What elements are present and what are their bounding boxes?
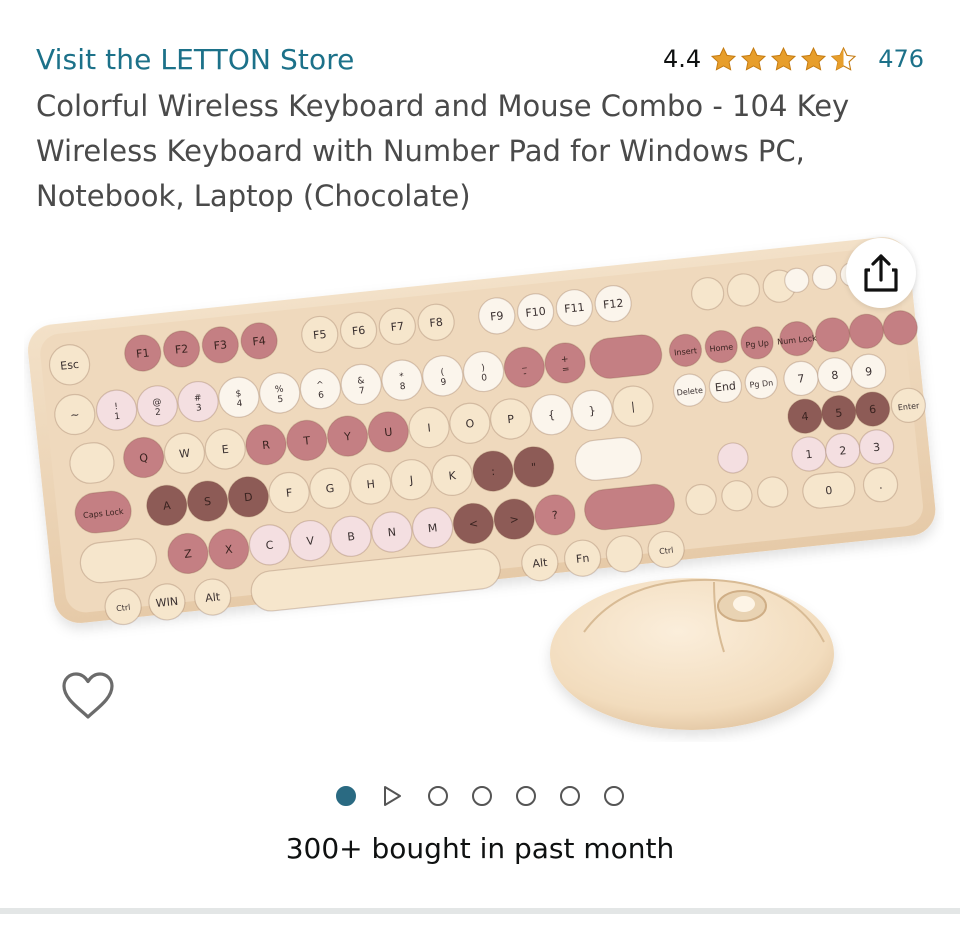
key-label: F9 bbox=[490, 309, 505, 323]
key-label: Esc bbox=[60, 358, 80, 373]
key-label: O bbox=[465, 417, 475, 431]
key-label: 4 bbox=[801, 410, 809, 424]
key-label: > bbox=[509, 513, 520, 527]
key-label: ~ bbox=[70, 408, 81, 422]
key-label: Alt bbox=[532, 556, 549, 571]
key-label: 3 bbox=[195, 403, 202, 414]
heart-icon bbox=[62, 672, 114, 719]
key-label: % bbox=[275, 385, 285, 396]
key-label: F11 bbox=[564, 301, 586, 316]
key-label: M bbox=[427, 521, 438, 535]
carousel-dot-active[interactable] bbox=[336, 786, 356, 806]
key-label: 7 bbox=[797, 372, 805, 386]
key-label: WIN bbox=[155, 595, 179, 610]
key-label: E bbox=[221, 443, 229, 457]
key-label: @ bbox=[152, 397, 162, 408]
key-label: H bbox=[366, 478, 376, 492]
keyboard: EscF1 F2 F3 F4 F5 F6 F7 F8 F9 F10 F11 F12~!1@2#3$4%… bbox=[27, 237, 936, 626]
key-label: 2 bbox=[839, 444, 847, 458]
image-carousel-indicators bbox=[0, 782, 960, 810]
key-label: } bbox=[588, 404, 596, 418]
key-label: Ctrl bbox=[659, 546, 674, 556]
share-button[interactable] bbox=[846, 238, 916, 308]
key-label: F3 bbox=[213, 338, 228, 352]
carousel-dot[interactable] bbox=[604, 786, 624, 806]
key-label: 7 bbox=[359, 386, 366, 397]
star-icon bbox=[711, 46, 737, 71]
key-label: U bbox=[384, 425, 393, 439]
wishlist-button[interactable] bbox=[56, 664, 120, 728]
key-label: F8 bbox=[429, 316, 444, 330]
key-label: G bbox=[325, 482, 335, 496]
bought-in-past-month: 300+ bought in past month bbox=[285, 832, 675, 865]
key-label: F6 bbox=[351, 324, 366, 338]
key-label: F2 bbox=[174, 342, 189, 356]
star-icon bbox=[741, 46, 767, 71]
key-label: F4 bbox=[252, 334, 267, 348]
share-icon bbox=[864, 254, 898, 292]
carousel-dot[interactable] bbox=[428, 786, 448, 806]
key-label: Alt bbox=[205, 590, 222, 605]
key-label: 2 bbox=[155, 408, 162, 419]
key-label: F12 bbox=[602, 297, 624, 312]
key-label: 5 bbox=[835, 406, 843, 420]
rating-stars bbox=[709, 45, 858, 74]
key-label: D bbox=[244, 490, 254, 504]
rating-value: 4.4 bbox=[663, 45, 702, 73]
key-label: { bbox=[547, 408, 555, 422]
store-link[interactable]: Visit the LETTON Store bbox=[36, 43, 355, 76]
rating-count-link[interactable]: 476 bbox=[878, 45, 924, 73]
product-header-row: Visit the LETTON Store 4.4 476 bbox=[36, 38, 924, 80]
star-icon bbox=[801, 46, 827, 71]
key-label: $ bbox=[235, 389, 242, 400]
key-label: End bbox=[714, 379, 736, 394]
key-label: S bbox=[203, 495, 211, 509]
key-label: F bbox=[285, 486, 293, 500]
half-star-icon bbox=[830, 46, 857, 71]
key-label: W bbox=[178, 447, 190, 461]
key-label: Fn bbox=[575, 552, 590, 566]
key-label: 3 bbox=[872, 441, 880, 455]
key-label: 8 bbox=[831, 369, 839, 383]
key-label: Q bbox=[139, 451, 149, 465]
key-label: 9 bbox=[865, 365, 873, 379]
key-label: < bbox=[468, 517, 479, 531]
section-divider bbox=[0, 908, 960, 914]
key-label: 0 bbox=[825, 484, 833, 498]
key-label: = bbox=[562, 365, 571, 376]
key-label: & bbox=[357, 376, 365, 387]
carousel-dot[interactable] bbox=[560, 786, 580, 806]
product-image[interactable]: EscF1 F2 F3 F4 F5 F6 F7 F8 F9 F10 F11 F12~!1@2#3$4%… bbox=[24, 222, 944, 742]
key-label: B bbox=[347, 530, 356, 544]
rating-summary[interactable]: 4.4 476 bbox=[663, 45, 924, 74]
key-label: F7 bbox=[390, 320, 405, 334]
wireless-mouse bbox=[550, 578, 834, 730]
carousel-dot[interactable] bbox=[472, 786, 492, 806]
key-label: F1 bbox=[135, 346, 150, 360]
key-label: 1 bbox=[805, 448, 813, 462]
key-label: 6 bbox=[868, 403, 876, 417]
play-icon[interactable] bbox=[380, 784, 404, 808]
key-label: F5 bbox=[313, 328, 328, 342]
product-title: Colorful Wireless Keyboard and Mouse Com… bbox=[36, 89, 850, 213]
star-icon bbox=[771, 46, 797, 71]
key-label: 1 bbox=[114, 412, 121, 423]
key-label: Ctrl bbox=[116, 603, 131, 613]
key-label: F10 bbox=[525, 305, 547, 320]
carousel-dot[interactable] bbox=[516, 786, 536, 806]
key-label: 5 bbox=[277, 395, 284, 406]
key-label: N bbox=[387, 526, 397, 540]
